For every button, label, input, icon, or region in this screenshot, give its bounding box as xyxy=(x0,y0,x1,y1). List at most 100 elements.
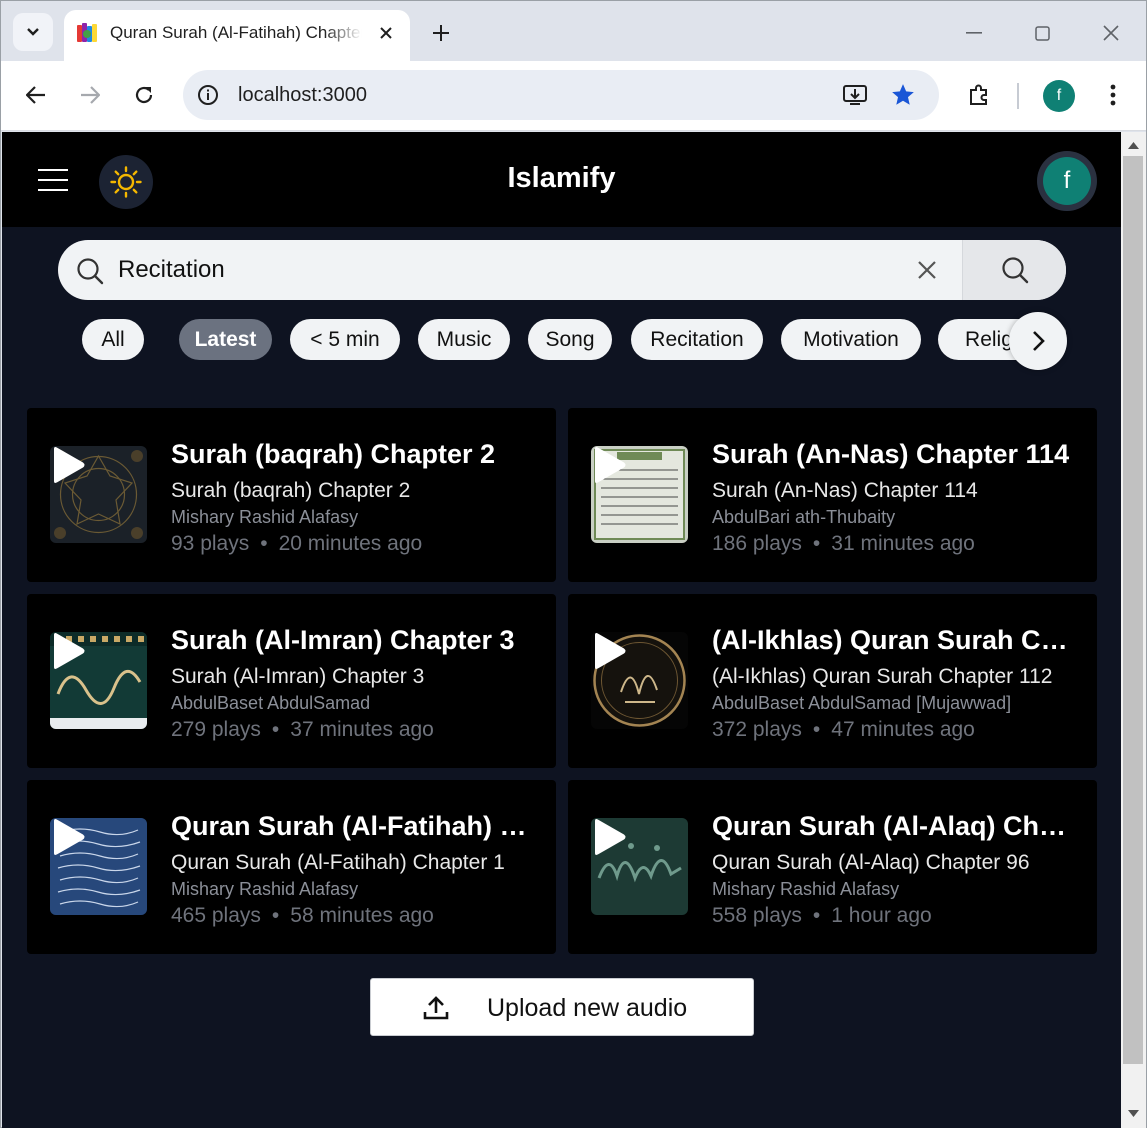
forward-button[interactable] xyxy=(72,77,108,113)
upload-time: 20 minutes ago xyxy=(278,532,423,555)
chips-next-button[interactable] xyxy=(1009,312,1067,370)
search-icon xyxy=(1001,257,1028,284)
chip-under-5-min[interactable]: < 5 min xyxy=(290,319,400,360)
audio-artist[interactable]: Mishary Rashid Alafasy xyxy=(171,507,541,528)
avatar: f xyxy=(1043,157,1091,205)
address-bar[interactable]: localhost:3000 xyxy=(183,70,939,120)
tab-list-button[interactable] xyxy=(13,13,53,51)
audio-subtitle: Surah (An-Nas) Chapter 114 xyxy=(712,479,978,502)
triangle-down-icon xyxy=(1128,1109,1139,1117)
audio-title[interactable]: Surah (An-Nas) Chapter 114 xyxy=(712,439,1072,470)
install-icon xyxy=(843,85,867,105)
upload-icon xyxy=(423,996,449,1020)
triangle-up-icon xyxy=(1128,141,1139,149)
audio-card[interactable]: Surah (An-Nas) Chapter 114 Surah (An-Nas… xyxy=(568,408,1097,582)
audio-meta: 465 plays • 58 minutes ago xyxy=(171,904,434,927)
page-scrollbar[interactable] xyxy=(1121,132,1146,1128)
audio-meta: 558 plays • 1 hour ago xyxy=(712,904,932,927)
search-submit-button[interactable] xyxy=(962,240,1066,300)
chip-music[interactable]: Music xyxy=(418,319,510,360)
audio-title[interactable]: Quran Surah (Al-Alaq) Chapter 96 xyxy=(712,811,1072,842)
audio-thumbnail[interactable] xyxy=(50,818,147,915)
page-viewport: Islamify f All Latest < 5 min Music Song… xyxy=(2,132,1121,1128)
scroll-down-arrow[interactable] xyxy=(1127,1108,1140,1118)
play-count: 465 plays xyxy=(171,904,261,927)
new-tab-button[interactable] xyxy=(425,17,457,49)
bookmark-button[interactable] xyxy=(889,81,917,109)
info-icon xyxy=(198,85,218,105)
audio-title[interactable]: Quran Surah (Al-Fatihah) Chapter 1 xyxy=(171,811,531,842)
browser-menu-button[interactable] xyxy=(1095,77,1131,113)
audio-thumbnail[interactable] xyxy=(591,818,688,915)
search-input[interactable] xyxy=(118,240,898,300)
chip-motivation[interactable]: Motivation xyxy=(781,319,921,360)
audio-artist[interactable]: AbdulBaset AbdulSamad [Mujawwad] xyxy=(712,693,1082,714)
url-text: localhost:3000 xyxy=(238,84,367,106)
arrow-left-icon xyxy=(26,86,45,104)
chevron-down-icon xyxy=(27,28,39,36)
maximize-button[interactable] xyxy=(1024,17,1060,49)
favicon-icon xyxy=(77,23,97,42)
audio-title[interactable]: (Al-Ikhlas) Quran Surah Chapter 112 xyxy=(712,625,1072,656)
app-brand[interactable]: Islamify xyxy=(2,162,1121,195)
audio-card[interactable]: Quran Surah (Al-Fatihah) Chapter 1 Quran… xyxy=(27,780,556,954)
audio-artist[interactable]: Mishary Rashid Alafasy xyxy=(712,879,1082,900)
play-icon xyxy=(54,633,85,669)
close-icon xyxy=(1103,25,1119,41)
scroll-thumb[interactable] xyxy=(1123,156,1143,1064)
minimize-button[interactable] xyxy=(956,17,992,49)
active-tab[interactable]: Quran Surah (Al-Fatihah) Chapter 1 xyxy=(64,10,410,62)
close-window-button[interactable] xyxy=(1093,17,1129,49)
audio-card[interactable]: Surah (Al-Imran) Chapter 3 Surah (Al-Imr… xyxy=(27,594,556,768)
reload-button[interactable] xyxy=(126,77,162,113)
site-info-button[interactable] xyxy=(195,82,221,108)
play-count: 558 plays xyxy=(712,904,802,927)
audio-meta: 93 plays • 20 minutes ago xyxy=(171,532,423,555)
upload-audio-button[interactable]: Upload new audio xyxy=(370,978,754,1036)
chip-latest[interactable]: Latest xyxy=(179,319,272,360)
audio-subtitle: Quran Surah (Al-Fatihah) Chapter 1 xyxy=(171,851,505,874)
upload-time: 37 minutes ago xyxy=(290,718,434,741)
back-button[interactable] xyxy=(18,77,54,113)
upload-time: 1 hour ago xyxy=(831,904,932,927)
audio-thumbnail[interactable] xyxy=(591,446,688,543)
puzzle-icon xyxy=(970,84,987,105)
chip-recitation[interactable]: Recitation xyxy=(631,319,763,360)
upload-time: 31 minutes ago xyxy=(831,532,975,555)
audio-card[interactable]: Surah (baqrah) Chapter 2 Surah (baqrah) … xyxy=(27,408,556,582)
extensions-button[interactable] xyxy=(961,77,997,113)
tab-close-button[interactable] xyxy=(372,19,400,47)
audio-title[interactable]: Surah (baqrah) Chapter 2 xyxy=(171,439,531,470)
toolbar-divider xyxy=(1017,83,1019,109)
audio-meta: 186 plays • 31 minutes ago xyxy=(712,532,975,555)
play-icon xyxy=(54,819,85,855)
tab-strip: Quran Surah (Al-Fatihah) Chapter 1 xyxy=(1,1,1146,62)
audio-meta: 372 plays • 47 minutes ago xyxy=(712,718,975,741)
audio-subtitle: Surah (Al-Imran) Chapter 3 xyxy=(171,665,425,688)
chip-all[interactable]: All xyxy=(82,319,144,360)
audio-title[interactable]: Surah (Al-Imran) Chapter 3 xyxy=(171,625,531,656)
audio-artist[interactable]: AbdulBaset AbdulSamad xyxy=(171,693,541,714)
browser-toolbar: localhost:3000 f xyxy=(1,61,1146,131)
play-icon xyxy=(54,447,85,483)
reload-icon xyxy=(135,86,153,104)
user-avatar-button[interactable]: f xyxy=(1037,151,1097,211)
play-count: 186 plays xyxy=(712,532,802,555)
audio-artist[interactable]: AbdulBari ath-Thubaity xyxy=(712,507,1082,528)
play-icon xyxy=(595,633,626,669)
audio-card[interactable]: Quran Surah (Al-Alaq) Chapter 96 Quran S… xyxy=(568,780,1097,954)
audio-card[interactable]: (Al-Ikhlas) Quran Surah Chapter 112 (Al-… xyxy=(568,594,1097,768)
search-bar xyxy=(58,240,1066,300)
chip-song[interactable]: Song xyxy=(528,319,612,360)
play-icon xyxy=(595,819,626,855)
audio-artist[interactable]: Mishary Rashid Alafasy xyxy=(171,879,541,900)
audio-thumbnail[interactable] xyxy=(50,446,147,543)
audio-thumbnail[interactable] xyxy=(591,632,688,729)
install-app-button[interactable] xyxy=(841,81,869,109)
close-icon xyxy=(918,261,936,279)
play-count: 372 plays xyxy=(712,718,802,741)
clear-search-button[interactable] xyxy=(913,256,941,284)
browser-profile-avatar[interactable]: f xyxy=(1043,80,1075,112)
audio-thumbnail[interactable] xyxy=(50,632,147,729)
scroll-up-arrow[interactable] xyxy=(1127,140,1140,150)
